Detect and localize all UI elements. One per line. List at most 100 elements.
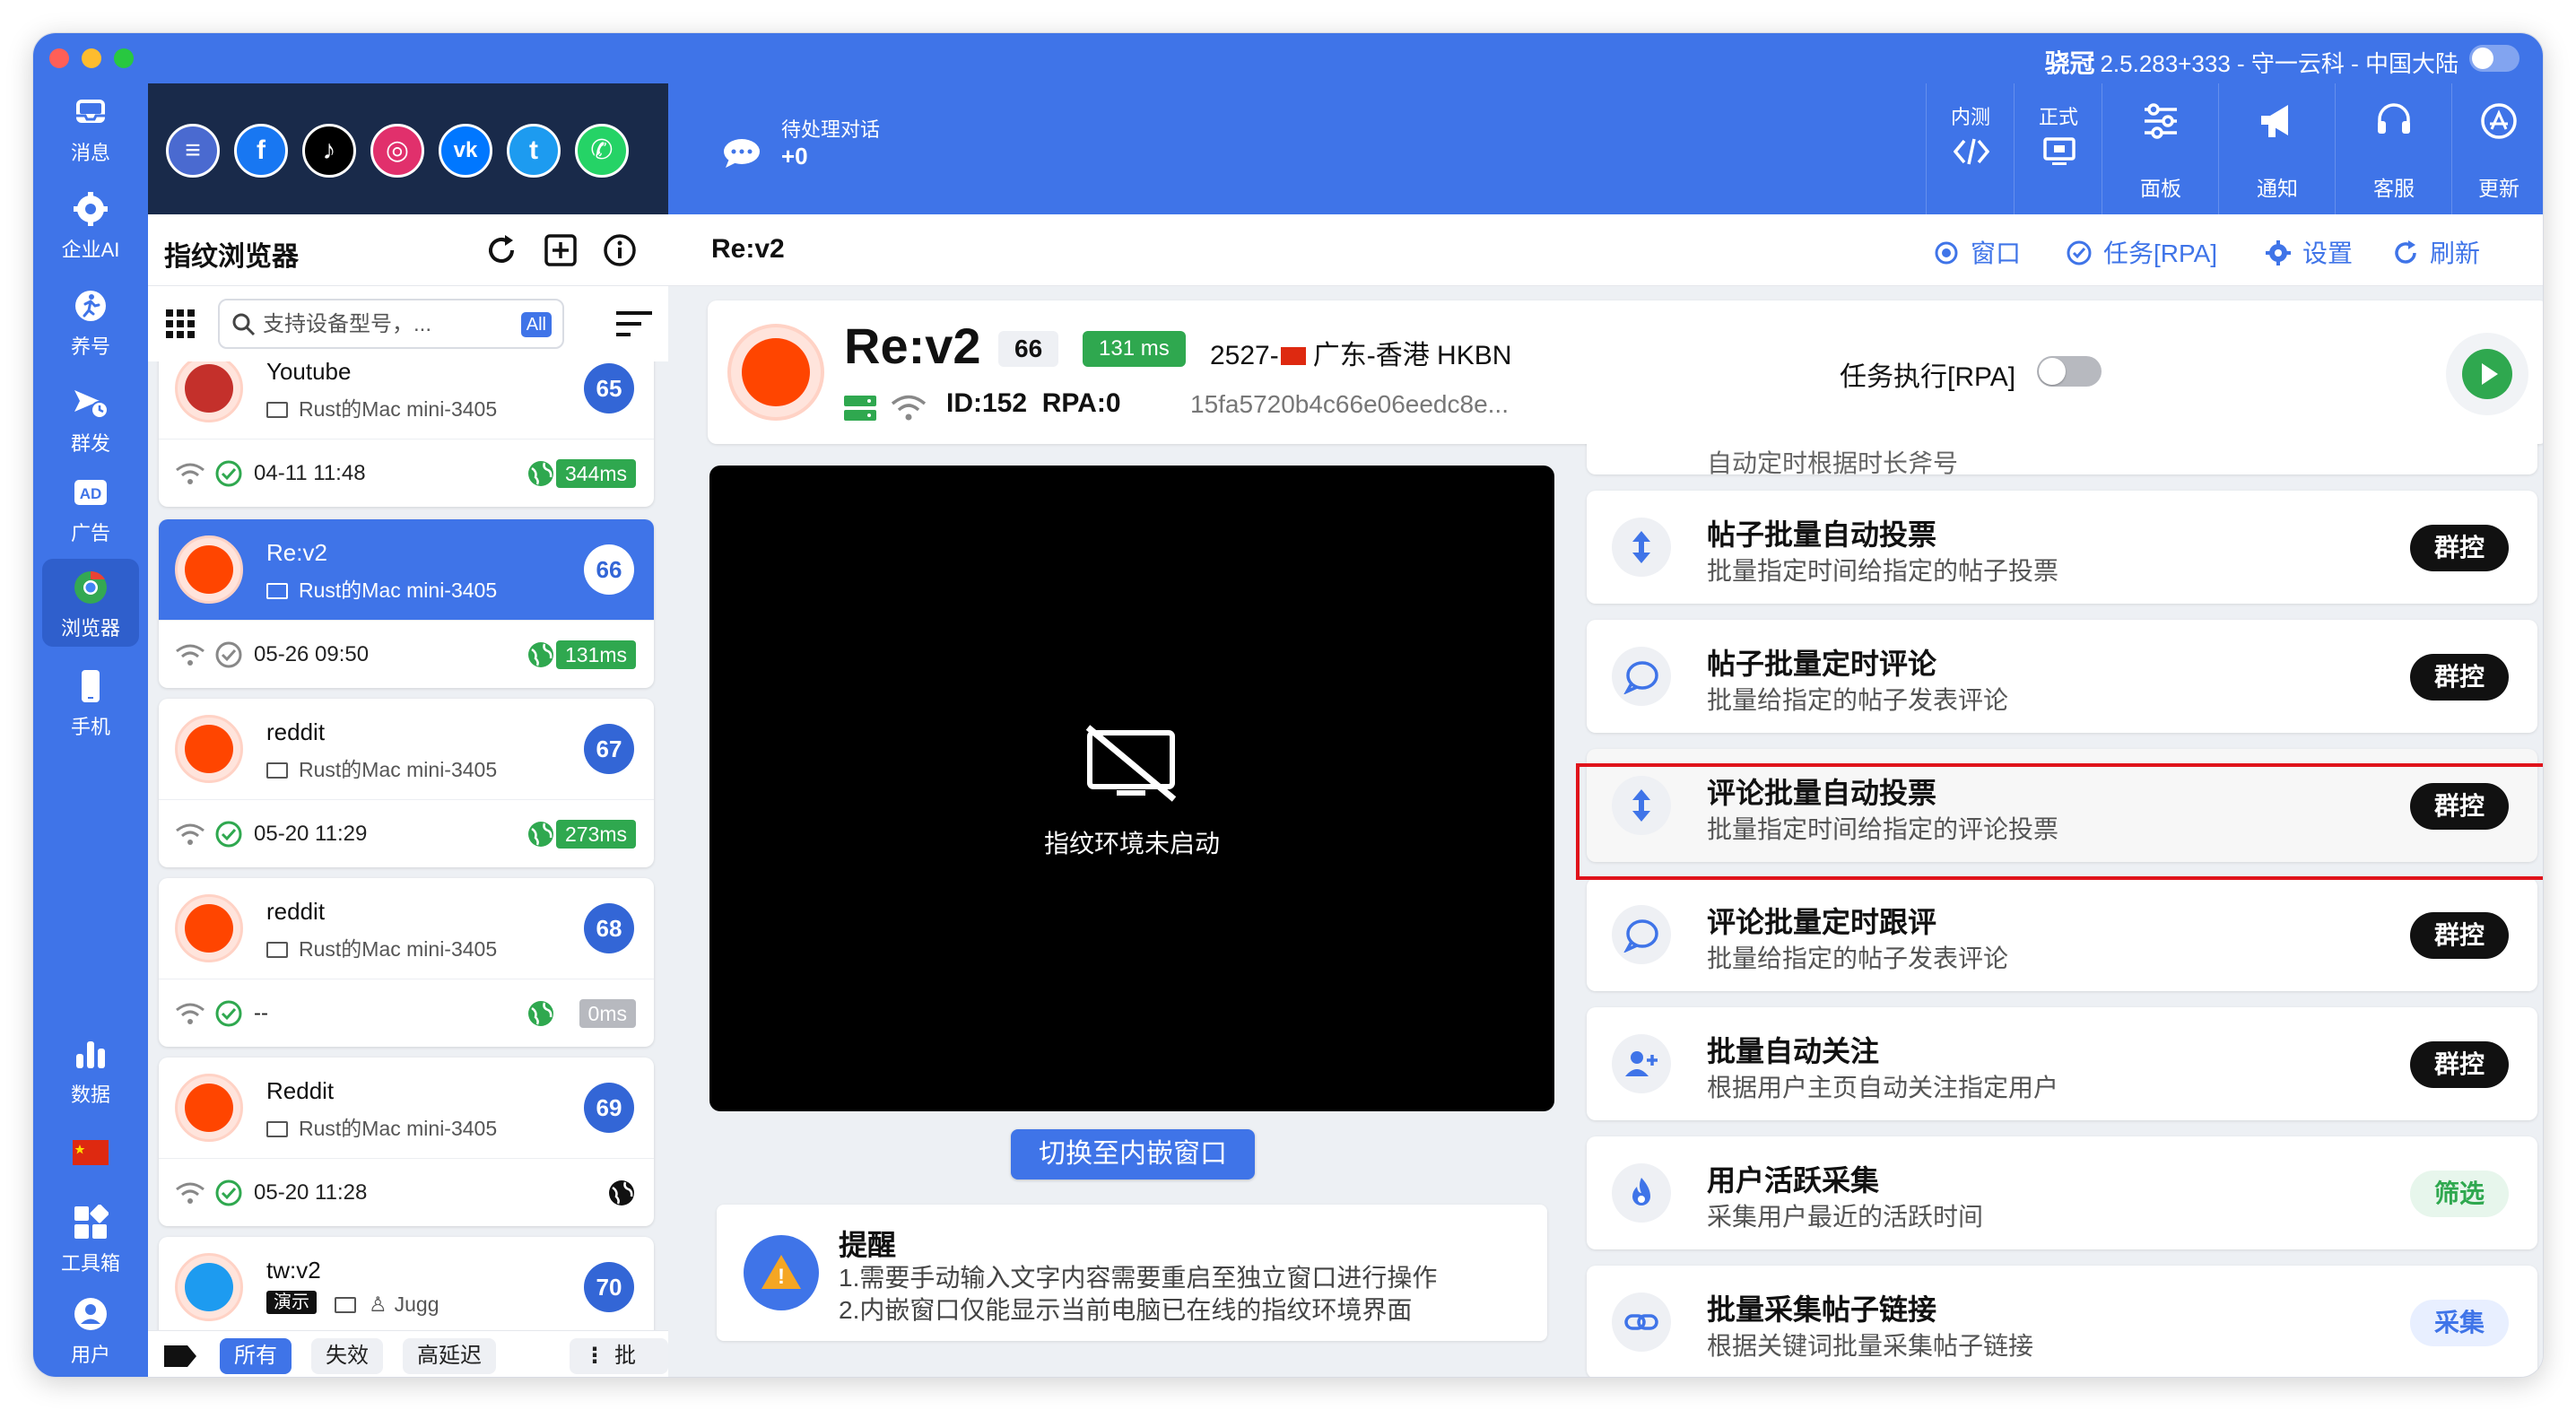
official-button[interactable]: 正式 <box>2014 83 2102 214</box>
add-icon[interactable] <box>543 232 579 268</box>
item-device-name: Rust的Mac mini-3405 <box>299 758 498 781</box>
list-item-top: Youtube Rust的Mac mini-3405 65 <box>159 361 654 439</box>
internal-test-button[interactable]: 内测 <box>1926 83 2014 214</box>
laptop-icon <box>266 942 288 958</box>
service-button[interactable]: 客服 <box>2335 83 2451 214</box>
item-device: Rust的Mac mini-3405 <box>266 1111 497 1142</box>
filter-all-button[interactable]: 所有 <box>220 1338 292 1374</box>
task-rpa-button[interactable]: 任务[RPA] <box>2066 234 2217 267</box>
screen-off-icon <box>1085 725 1177 802</box>
nav-item-phone[interactable]: 手机 <box>33 657 148 747</box>
close-window-button[interactable] <box>49 48 69 68</box>
nav-item-nurture[interactable]: 养号 <box>33 277 148 367</box>
list-item[interactable]: reddit Rust的Mac mini-3405 67 05-20 11:29… <box>159 699 654 867</box>
whatsapp-icon[interactable]: ✆ <box>575 124 629 178</box>
chat-bubble-icon <box>724 139 760 168</box>
filter-invalid-button[interactable]: 失效 <box>311 1338 383 1374</box>
app-title: 骁冠 2.5.283+333 - 守一云科 - 中国大陆 <box>2044 44 2459 80</box>
item-name: Youtube <box>266 361 352 385</box>
server-icon <box>844 396 876 421</box>
notice-button[interactable]: 通知 <box>2218 83 2335 214</box>
grid-icon[interactable] <box>166 309 195 338</box>
highlight-box <box>1576 763 2543 880</box>
ad-icon: AD <box>74 480 107 505</box>
list-item-selected[interactable]: Re:v2 Rust的Mac mini-3405 66 05-26 09:50 … <box>159 519 654 688</box>
item-number-badge: 66 <box>584 544 634 595</box>
nav-item-browser[interactable]: 浏览器 <box>42 559 139 647</box>
filter-high-latency-button[interactable]: 高延迟 <box>403 1338 496 1374</box>
group-control-button[interactable]: 群控 <box>2410 912 2509 959</box>
megaphone-icon <box>2261 105 2288 137</box>
window-button[interactable]: 窗口 <box>1933 234 2021 267</box>
nav-item-toolbox[interactable]: 工具箱 <box>33 1194 148 1284</box>
update-button[interactable]: 更新 <box>2451 83 2543 214</box>
check-circle-icon <box>215 821 242 848</box>
task-card[interactable]: 批量采集帖子链接 根据关键词批量采集帖子链接 采集 <box>1587 1266 2537 1377</box>
profile-location: 2527- 广东-香港 HKBN <box>1210 333 1511 372</box>
filter-button[interactable]: 筛选 <box>2410 1171 2509 1217</box>
check-circle-icon <box>2067 240 2092 265</box>
tag-icon[interactable] <box>162 1344 198 1369</box>
tiktok-icon[interactable]: ♪ <box>302 124 356 178</box>
facebook-icon[interactable]: f <box>234 124 288 178</box>
item-number-badge: 68 <box>584 903 634 953</box>
task-card[interactable]: 评论批量定时跟评 批量给指定的帖子发表评论 群控 <box>1587 878 2537 991</box>
stack-icon[interactable]: ≡ <box>166 124 220 178</box>
start-button[interactable] <box>2446 333 2528 415</box>
refresh-icon[interactable] <box>483 232 519 268</box>
more-menu-button[interactable]: ⋮ <box>2534 234 2543 266</box>
twitter-icon[interactable]: t <box>507 124 561 178</box>
item-time: -- <box>254 1001 268 1025</box>
task-card[interactable]: 用户活跃采集 采集用户最近的活跃时间 筛选 <box>1587 1136 2537 1249</box>
batch-button[interactable]: ⋮批量 <box>570 1338 668 1374</box>
settings-label: 设置 <box>2302 239 2354 267</box>
nav-item-region[interactable] <box>33 1124 148 1187</box>
task-card[interactable]: 自动定时根据时长斧号 <box>1587 444 2537 477</box>
user-icon <box>74 1298 107 1330</box>
group-control-button[interactable]: 群控 <box>2410 525 2509 571</box>
task-title: 自动定时根据时长斧号 <box>1707 449 1959 477</box>
nav-item-ads[interactable]: AD 广告 <box>33 464 148 553</box>
instagram-icon[interactable]: ◎ <box>370 124 424 178</box>
comment-icon <box>1623 919 1658 953</box>
latency-badge: 131ms <box>555 640 636 669</box>
task-card[interactable]: 帖子批量自动投票 批量指定时间给指定的帖子投票 群控 <box>1587 491 2537 604</box>
item-device-name: Rust的Mac mini-3405 <box>299 937 498 961</box>
info-icon[interactable] <box>602 232 638 268</box>
reminder-line-2: 2.内嵌窗口仅能显示当前电脑已在线的指纹环境界面 <box>839 1296 1413 1324</box>
switch-embedded-button[interactable]: 切换至内嵌窗口 <box>1011 1129 1255 1179</box>
gear-icon <box>2266 240 2291 265</box>
nav-item-messages[interactable]: 消息 <box>33 83 148 173</box>
list-item[interactable]: Reddit Rust的Mac mini-3405 69 05-20 11:28 <box>159 1058 654 1226</box>
group-control-button[interactable]: 群控 <box>2410 654 2509 701</box>
list-item[interactable]: Youtube Rust的Mac mini-3405 65 04-11 11:4… <box>159 361 654 507</box>
rpa-toggle[interactable] <box>2037 356 2102 387</box>
nav-item-enterprise-ai[interactable]: 企业AI <box>33 180 148 270</box>
laptop-icon <box>266 402 288 418</box>
panel-button[interactable]: 面板 <box>2102 83 2218 214</box>
minimize-window-button[interactable] <box>82 48 101 68</box>
nav-item-broadcast[interactable]: 群发 <box>33 374 148 464</box>
profile-avatar <box>727 324 824 421</box>
refresh-button[interactable]: 刷新 <box>2392 234 2480 267</box>
search-input[interactable] <box>263 308 505 342</box>
list-item[interactable]: reddit Rust的Mac mini-3405 68 -- 0ms <box>159 878 654 1047</box>
settings-button[interactable]: 设置 <box>2265 234 2354 267</box>
zoom-window-button[interactable] <box>114 48 134 68</box>
task-icon <box>1612 1292 1671 1352</box>
group-control-button[interactable]: 群控 <box>2410 1041 2509 1088</box>
nav-item-user[interactable]: 用户 <box>33 1285 148 1375</box>
latency-badge: 0ms <box>579 999 636 1028</box>
item-time: 05-20 11:28 <box>254 1180 368 1205</box>
collect-button[interactable]: 采集 <box>2410 1300 2509 1346</box>
reddit-icon <box>185 545 233 594</box>
vk-icon[interactable]: vk <box>439 124 492 178</box>
list-item[interactable]: tw:v2 演示 ♙ Jugg 70 <box>159 1237 654 1330</box>
title-toggle[interactable] <box>2469 45 2519 72</box>
nav-item-data[interactable]: 数据 <box>33 1025 148 1115</box>
task-card[interactable]: 批量自动关注 根据用户主页自动关注指定用户 群控 <box>1587 1007 2537 1120</box>
sort-icon[interactable] <box>616 309 652 338</box>
task-desc: 根据关键词批量采集帖子链接 <box>1707 1332 2034 1360</box>
task-card[interactable]: 帖子批量定时评论 批量给指定的帖子发表评论 群控 <box>1587 620 2537 733</box>
search-scope-badge[interactable]: All <box>520 312 552 337</box>
